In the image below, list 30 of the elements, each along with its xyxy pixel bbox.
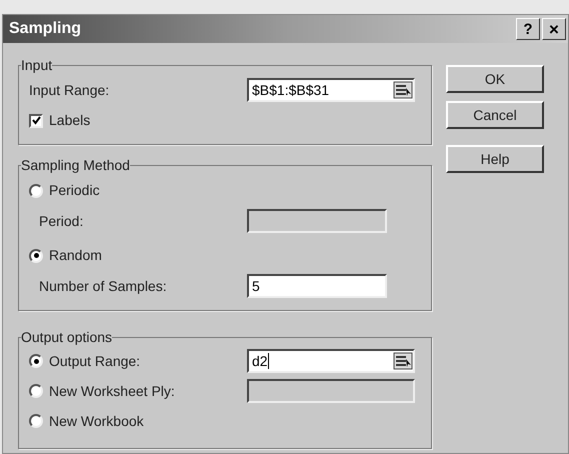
radio-label: Random <box>49 246 102 265</box>
range-picker-icon[interactable] <box>393 81 413 99</box>
radio-label: New Workbook <box>49 412 144 430</box>
field-value: 5 <box>252 276 260 296</box>
dialog-button[interactable]: Cancel <box>446 101 544 129</box>
dialog-button[interactable]: OK <box>446 65 544 93</box>
input-field[interactable]: d2 <box>247 349 415 373</box>
radio-label: Output Range: <box>49 352 140 371</box>
field-label: Number of Samples: <box>39 276 168 296</box>
window-title: Sampling <box>9 19 82 39</box>
input-field[interactable]: $B$1:$B$31 <box>247 78 415 102</box>
dialog-button[interactable]: Help <box>446 145 544 173</box>
field-value: $B$1:$B$31 <box>252 80 330 100</box>
radio-label: Periodic <box>49 181 100 200</box>
field-label: Period: <box>39 212 84 230</box>
radio-button[interactable] <box>29 184 43 198</box>
radio-button[interactable] <box>29 414 43 428</box>
radio-button[interactable] <box>29 384 43 398</box>
input-field[interactable]: 5 <box>247 274 387 298</box>
field-label: Input Range: <box>29 80 110 100</box>
radio-label: New Worksheet Ply: <box>49 382 175 401</box>
radio-button[interactable] <box>29 248 43 262</box>
radio-button[interactable] <box>29 354 43 368</box>
checkbox-label: Labels <box>49 111 90 130</box>
checkbox[interactable] <box>29 114 43 128</box>
range-picker-icon[interactable] <box>393 352 413 370</box>
close-button[interactable]: × <box>542 18 566 40</box>
help-button[interactable]: ? <box>516 18 540 40</box>
check-icon <box>32 116 40 125</box>
field-value: d2 <box>252 352 268 370</box>
